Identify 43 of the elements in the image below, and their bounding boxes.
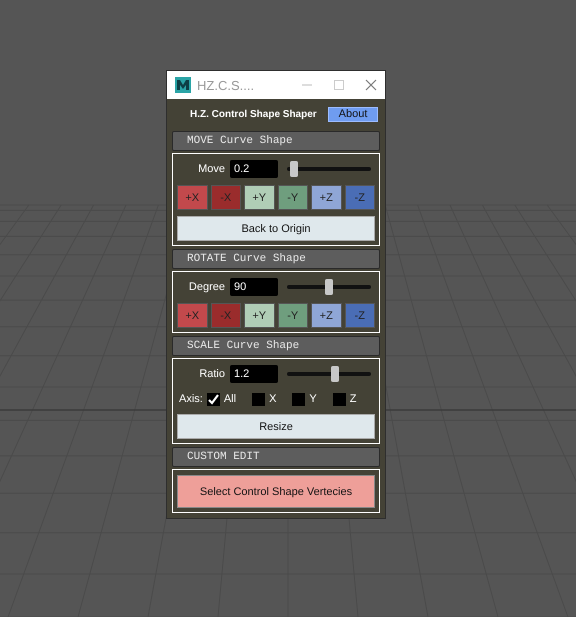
app-logo-icon	[175, 77, 191, 93]
value-field[interactable]: 1.2	[230, 365, 278, 383]
action-button[interactable]: Select Control Shape Vertecies	[177, 475, 375, 508]
axis-label: Axis:	[179, 393, 203, 405]
checkbox[interactable]	[332, 392, 346, 406]
slider[interactable]	[287, 279, 371, 295]
axis-button[interactable]: +Y	[244, 185, 274, 210]
app-heading: H.Z. Control Shape Shaper	[190, 108, 317, 120]
checkbox-label: Z	[350, 393, 356, 405]
axis-button[interactable]: -Z	[344, 185, 375, 210]
slider[interactable]	[287, 161, 371, 177]
axis-button[interactable]: -Y	[278, 303, 308, 328]
checkbox-label: Y	[309, 393, 317, 405]
value-field[interactable]: 0.2	[230, 160, 278, 178]
checkbox[interactable]	[252, 392, 266, 406]
checkbox[interactable]	[206, 392, 220, 406]
axis-button[interactable]: -Z	[344, 303, 375, 328]
slider-thumb[interactable]	[290, 161, 298, 177]
about-button[interactable]: About	[328, 106, 378, 122]
axis-button[interactable]: -Y	[278, 185, 308, 210]
section-header[interactable]: MOVE Curve Shape	[172, 131, 380, 151]
axis-button[interactable]: +X	[177, 185, 208, 210]
close-icon[interactable]	[365, 79, 377, 91]
axis-button[interactable]: +Y	[244, 303, 274, 328]
axis-button[interactable]: +Z	[311, 185, 342, 210]
section-header[interactable]: ROTATE Curve Shape	[172, 249, 380, 269]
action-button[interactable]: Resize	[177, 414, 375, 439]
section-header[interactable]: CUSTOM EDIT	[172, 447, 380, 467]
axis-button[interactable]: +X	[177, 303, 208, 328]
checkbox[interactable]	[292, 392, 306, 406]
window-title: HZ.C.S....	[197, 78, 256, 92]
field-label: Move	[197, 163, 225, 175]
checkbox-label: X	[269, 393, 276, 405]
checkbox-label: All	[224, 393, 236, 405]
section-header[interactable]: SCALE Curve Shape	[172, 336, 380, 356]
slider-thumb[interactable]	[331, 366, 340, 382]
slider[interactable]	[287, 366, 371, 382]
field-label: Degree	[188, 281, 225, 293]
action-button[interactable]: Back to Origin	[177, 216, 375, 241]
axis-button[interactable]: +Z	[311, 303, 342, 328]
value-field[interactable]: 90	[230, 278, 278, 296]
field-label: Ratio	[198, 368, 225, 380]
slider-thumb[interactable]	[325, 279, 333, 295]
